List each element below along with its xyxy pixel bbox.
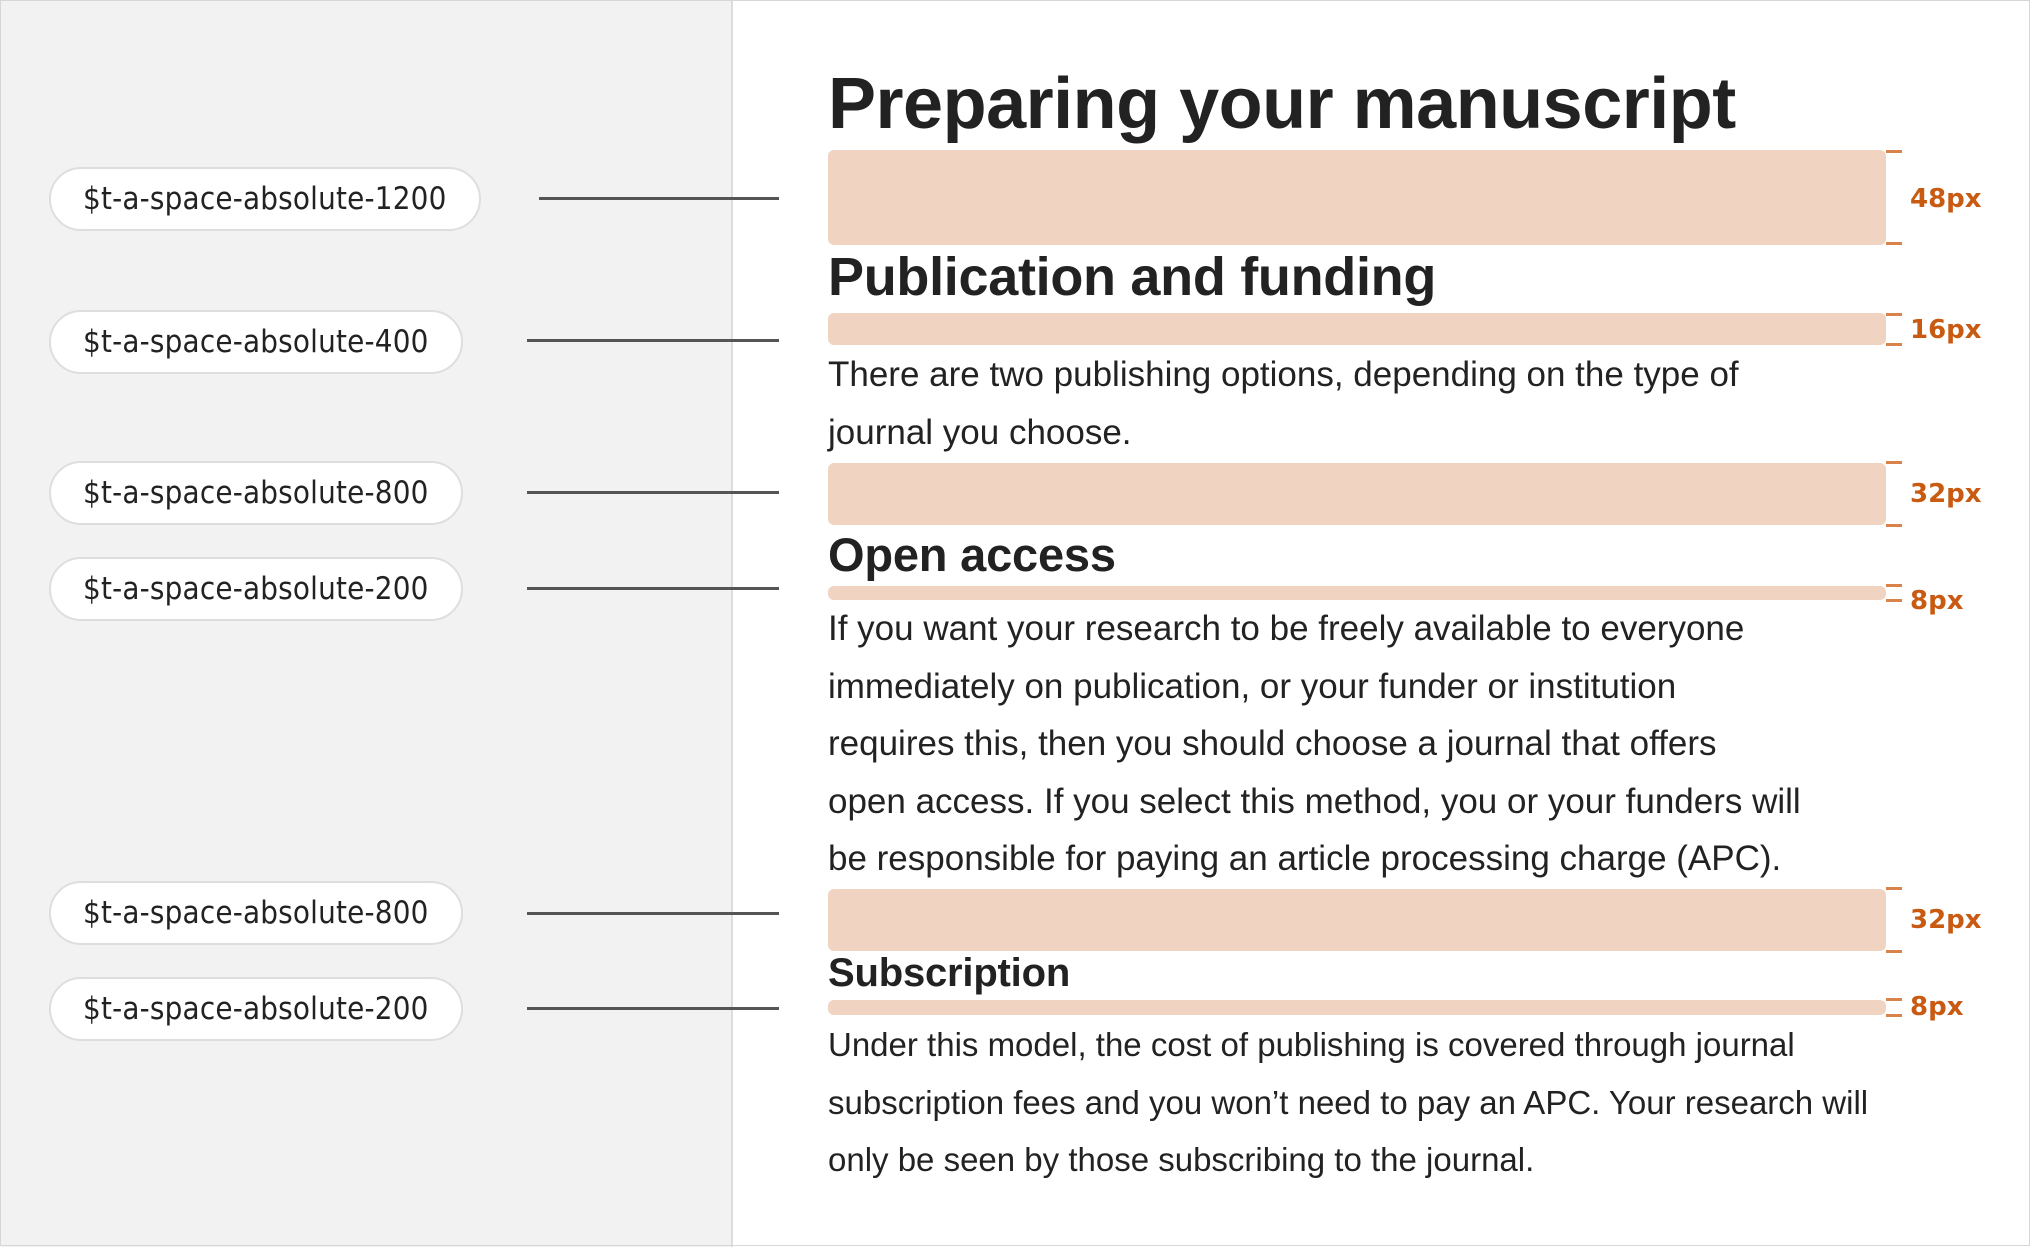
token-pill-space-800: $t-a-space-absolute-800 [49,881,463,945]
text-line: open access. If you select this method, … [828,781,1801,821]
measure-label: 8px [1910,586,1964,616]
measure-bracket [1886,313,1902,346]
token-pill-space-200: $t-a-space-absolute-200 [49,557,463,621]
connector-line [527,1007,779,1010]
measure-label: 16px [1910,315,1982,345]
spacing-band-16 [828,313,1886,345]
text-line: immediately on publication, or your fund… [828,666,1677,706]
measure-bracket [1886,998,1902,1017]
measure-bracket [1886,150,1902,245]
text-line: If you want your research to be freely a… [828,609,1745,648]
connector-line [527,587,779,590]
text-line: subscription fees and you won’t need to … [828,1083,1869,1121]
text-line: only be seen by those subscribing to the… [828,1141,1535,1178]
subscription-paragraph: Under this model, the cost of publishing… [828,1016,1888,1189]
token-pill-space-200: $t-a-space-absolute-200 [49,977,463,1041]
text-line: journal you choose. [828,412,1132,452]
spacing-band-8 [828,586,1886,600]
spacing-band-32 [828,463,1886,525]
text-line: requires this, then you should choose a … [828,724,1717,763]
measure-label: 32px [1910,905,1982,935]
text-line: There are two publishing options, depend… [828,355,1739,394]
connector-line [527,912,779,915]
connector-line [539,197,779,200]
spacing-band-32 [828,889,1886,951]
spacing-band-8 [828,1000,1886,1015]
measure-bracket [1886,887,1902,953]
measure-label: 8px [1910,992,1964,1022]
text-line: Under this model, the cost of publishing… [828,1026,1795,1063]
token-pill-space-400: $t-a-space-absolute-400 [49,310,463,374]
text-line: be responsible for paying an article pro… [828,839,1782,878]
spacing-band-48 [828,150,1886,245]
measure-bracket [1886,461,1902,527]
open-access-heading: Open access [828,528,1116,581]
token-pill-space-1200: $t-a-space-absolute-1200 [49,167,481,231]
connector-line [527,491,779,494]
token-pill-space-800: $t-a-space-absolute-800 [49,461,463,525]
open-access-paragraph: If you want your research to be freely a… [828,600,1888,888]
connector-line [527,339,779,342]
measure-bracket [1886,584,1902,602]
section-paragraph: There are two publishing options, depend… [828,346,1888,461]
measure-label: 32px [1910,479,1982,509]
page-title: Preparing your manuscript [828,64,1736,144]
section-heading: Publication and funding [828,247,1437,307]
measure-label: 48px [1910,184,1982,214]
subscription-heading: Subscription [828,951,1071,995]
